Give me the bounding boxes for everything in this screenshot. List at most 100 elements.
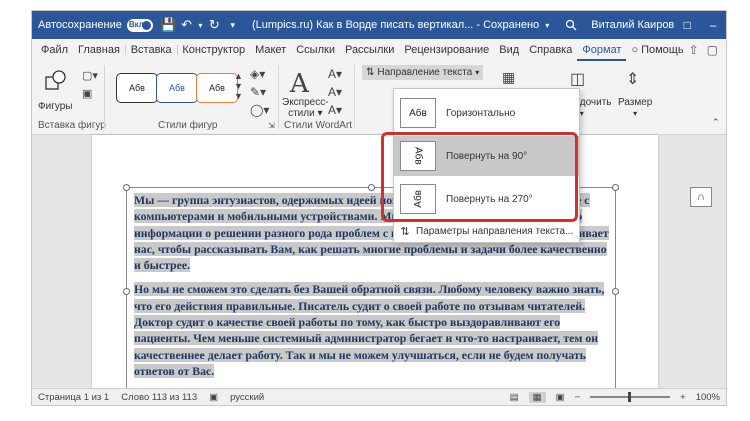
ribbon-tabs: Файл Главная Вставка Конструктор Макет С… (32, 39, 726, 61)
shape-outline-icon[interactable]: ✎▾ (250, 85, 266, 99)
tab-format[interactable]: Формат (577, 44, 627, 61)
shapes-icon[interactable] (44, 69, 68, 95)
chevron-down-icon: ▾ (633, 109, 638, 118)
tab-mailings[interactable]: Рассылки (340, 44, 399, 61)
resize-handle[interactable] (123, 184, 130, 191)
paragraph-2: Но мы не сможем это сделать без Вашей об… (134, 282, 605, 378)
save-icon[interactable]: 💾 (159, 15, 177, 35)
resize-handle[interactable] (368, 184, 375, 191)
text-outline-icon[interactable]: A▾ (328, 85, 342, 99)
autosave-state: Вкл. (128, 19, 147, 29)
word-window: Автосохранение Вкл. 💾 ↶ ▾ ↻ ▾ (Lumpics.r… (31, 10, 727, 406)
shape-effects-icon[interactable]: ◯▾ (250, 103, 269, 117)
layout-options-icon[interactable]: ∩ (690, 187, 712, 207)
shape-style-1[interactable]: Абв (116, 73, 158, 103)
text-group-icon[interactable]: ▦ (502, 69, 515, 86)
insert-shapes-group-label: Вставка фигур (38, 120, 106, 131)
shape-style-3[interactable]: Абв (196, 73, 238, 103)
menu-item-text-direction-options[interactable]: ⇅ Параметры направления текста... (394, 220, 579, 242)
shape-style-text: Абв (169, 83, 185, 93)
resize-handle[interactable] (612, 288, 619, 295)
web-layout-icon[interactable]: ▣ (556, 392, 565, 403)
chevron-down-icon[interactable]: ▾ (196, 15, 205, 35)
menu-item-label: Горизонтально (446, 107, 516, 119)
collapse-ribbon-icon[interactable]: ⌃ (712, 117, 720, 128)
redo-icon[interactable]: ↻ (205, 15, 223, 35)
document-title[interactable]: (Lumpics.ru) Как в Ворде писать вертикал… (252, 19, 549, 31)
zoom-slider[interactable] (590, 392, 671, 402)
tab-home[interactable]: Главная (73, 44, 125, 61)
word-count[interactable]: Слово 113 из 113 (121, 392, 197, 403)
ribbon: Фигуры ▢▾ ▣ Вставка фигур Абв Абв Абв ▲ ▼… (32, 61, 726, 135)
title-bar: Автосохранение Вкл. 💾 ↶ ▾ ↻ ▾ (Lumpics.r… (32, 11, 726, 39)
ribbon-display-icon[interactable]: □ (674, 18, 700, 32)
autosave-toggle[interactable]: Вкл. (126, 18, 153, 32)
tab-references[interactable]: Ссылки (291, 44, 340, 61)
text-fill-icon[interactable]: A▾ (328, 67, 342, 81)
text-effects-icon[interactable]: A▾ (328, 103, 342, 117)
edit-shape-icon[interactable]: ▢▾ (82, 69, 98, 82)
zoom-level[interactable]: 100% (696, 392, 720, 403)
chevron-down-icon: ▾ (545, 21, 550, 30)
tell-me[interactable]: ○ Помощь (626, 44, 688, 61)
page-count[interactable]: Страница 1 из 1 (38, 392, 109, 403)
shape-fill-icon[interactable]: ◈▾ (250, 67, 265, 81)
arrange-icon[interactable]: ◫ (570, 69, 585, 89)
menu-item-horizontal[interactable]: Абв Горизонтально (394, 93, 579, 133)
highlight-frame (381, 132, 578, 222)
shape-style-text: Абв (209, 83, 225, 93)
share-icon[interactable]: ⇧ (689, 43, 699, 57)
window-tools: ⇧ ▢ (689, 43, 726, 61)
tab-design[interactable]: Конструктор (177, 44, 250, 61)
language[interactable]: русский (230, 392, 264, 403)
group-separator (354, 65, 355, 129)
user-name[interactable]: Виталий Каиров (591, 19, 674, 31)
undo-icon[interactable]: ↶ (177, 15, 195, 35)
document-title-text: (Lumpics.ru) Как в Ворде писать вертикал… (251, 19, 540, 31)
print-layout-icon[interactable]: ▦ (528, 391, 546, 403)
group-separator (278, 65, 279, 129)
tab-view[interactable]: Вид (494, 44, 524, 61)
text-direction-button[interactable]: ⇅ Направление текста ▾ (362, 65, 484, 80)
autosave-label: Автосохранение (38, 19, 122, 31)
tab-file[interactable]: Файл (36, 44, 73, 61)
shape-style-2[interactable]: Абв (156, 73, 198, 103)
status-bar: Страница 1 из 1 Слово 113 из 113 ▣ русск… (32, 388, 726, 405)
zoom-in-icon[interactable]: + (680, 392, 686, 403)
autosave-control[interactable]: Автосохранение Вкл. (38, 18, 153, 32)
wordart-group-label: Стили WordArt (284, 120, 353, 131)
preview-text: Абв (409, 107, 427, 119)
search-icon[interactable] (559, 15, 583, 35)
customize-qat-icon[interactable]: ▾ (224, 15, 242, 35)
tell-me-label: Помощь (641, 44, 684, 56)
tab-help[interactable]: Справка (524, 44, 577, 61)
express-styles-icon[interactable]: A (290, 69, 309, 99)
tab-review[interactable]: Рецензирование (399, 44, 494, 61)
horizontal-preview-icon: Абв (400, 98, 436, 128)
shapes-label[interactable]: Фигуры (38, 101, 72, 112)
group-separator (104, 65, 105, 129)
comments-icon[interactable]: ▢ (707, 43, 718, 57)
dialog-launcher-icon[interactable]: ⇲ (268, 121, 275, 130)
text-direction-label: Направление текста (377, 67, 473, 78)
styles-scroll-icon[interactable]: ▲ ▼ ▼ (234, 71, 243, 101)
resize-handle[interactable] (123, 288, 130, 295)
text-box-icon[interactable]: ▣ (82, 87, 92, 100)
chevron-down-icon: ▾ (475, 68, 480, 77)
resize-handle[interactable] (612, 184, 619, 191)
tab-layout[interactable]: Макет (250, 44, 291, 61)
text-direction-icon: ⇅ (366, 67, 375, 78)
size-label-text: Размер (618, 97, 653, 108)
text-direction-options-icon: ⇅ (400, 226, 410, 238)
read-mode-icon[interactable]: ▤ (510, 392, 519, 403)
size-label[interactable]: Размер ▾ (618, 97, 652, 119)
chevron-down-icon: ▾ (579, 109, 584, 118)
shape-styles-group-label: Стили фигур (158, 120, 218, 131)
tab-insert[interactable]: Вставка (126, 44, 177, 61)
express-styles-label[interactable]: Экспресс-стили ▾ (282, 97, 329, 119)
minimize-icon[interactable]: – (700, 18, 726, 32)
zoom-out-icon[interactable]: − (575, 392, 581, 403)
document-area: Мы — группа энтузиастов, одержимых идеей… (32, 135, 726, 397)
size-icon[interactable]: ⇕ (626, 69, 639, 89)
proofing-icon[interactable]: ▣ (209, 392, 218, 403)
